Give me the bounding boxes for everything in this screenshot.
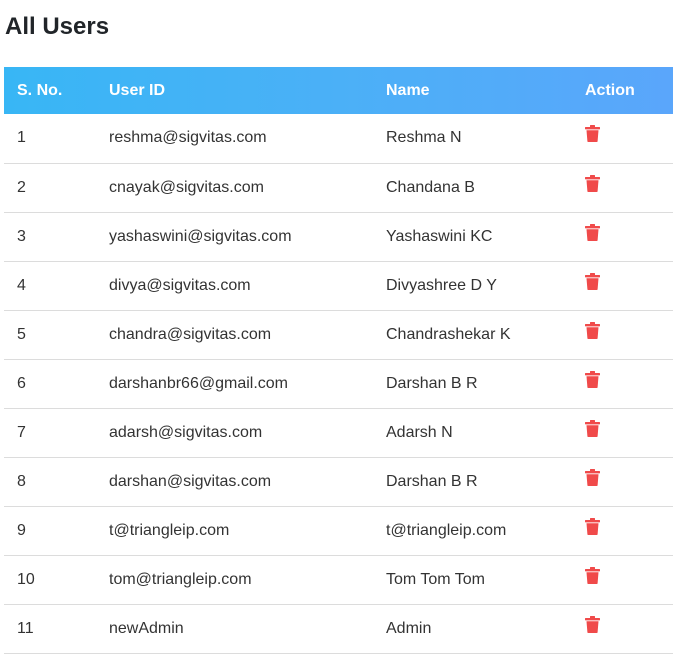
cell-name: Adarsh N <box>386 423 453 441</box>
cell-sno: 5 <box>17 325 26 343</box>
cell-name: t@triangleip.com <box>386 521 507 539</box>
delete-user-button[interactable] <box>585 615 600 633</box>
table-row: 10 tom@triangleip.com Tom Tom Tom <box>4 555 673 604</box>
cell-name: Admin <box>386 619 432 637</box>
trash-icon <box>585 174 600 192</box>
trash-icon <box>585 272 600 290</box>
column-header-user-id: User ID <box>109 81 166 99</box>
cell-user-id: t@triangleip.com <box>109 521 230 539</box>
cell-user-id: divya@sigvitas.com <box>109 276 251 294</box>
trash-icon <box>585 223 600 241</box>
cell-user-id: chandra@sigvitas.com <box>109 325 272 343</box>
trash-icon <box>585 321 600 339</box>
trash-icon <box>585 125 600 143</box>
cell-sno: 10 <box>17 570 35 588</box>
column-header-action: Action <box>585 81 635 99</box>
cell-name: Darshan B R <box>386 472 478 490</box>
cell-action <box>572 114 673 163</box>
column-header-sno: S. No. <box>17 81 63 99</box>
cell-user-id: darshanbr66@gmail.com <box>109 374 288 392</box>
cell-sno: 8 <box>17 472 26 490</box>
cell-user-id: newAdmin <box>109 619 184 637</box>
delete-user-button[interactable] <box>585 419 600 437</box>
trash-icon <box>585 566 600 584</box>
delete-user-button[interactable] <box>585 370 600 388</box>
table-header: S. No. User ID Name Action <box>4 67 673 114</box>
cell-action <box>572 506 673 555</box>
trash-icon <box>585 468 600 486</box>
cell-sno: 6 <box>17 374 26 392</box>
cell-name: Chandrashekar K <box>386 325 511 343</box>
cell-user-id: yashaswini@sigvitas.com <box>109 227 292 245</box>
trash-icon <box>585 615 600 633</box>
trash-icon <box>585 517 600 535</box>
cell-sno: 1 <box>17 129 26 147</box>
cell-name: Reshma N <box>386 129 462 147</box>
delete-user-button[interactable] <box>585 517 600 535</box>
table-row: 8 darshan@sigvitas.com Darshan B R <box>4 457 673 506</box>
header-row: S. No. User ID Name Action <box>4 67 673 114</box>
table-row: 11 newAdmin Admin <box>4 604 673 653</box>
cell-sno: 11 <box>17 619 34 637</box>
table-row: 7 adarsh@sigvitas.com Adarsh N <box>4 408 673 457</box>
cell-name: Darshan B R <box>386 374 478 392</box>
cell-action <box>572 310 673 359</box>
trash-icon <box>585 370 600 388</box>
users-table: S. No. User ID Name Action 1 reshma@sigvi… <box>4 67 673 654</box>
cell-name: Tom Tom Tom <box>386 570 485 588</box>
table-row: 2 cnayak@sigvitas.com Chandana B <box>4 163 673 212</box>
cell-name: Yashaswini KC <box>386 227 493 245</box>
trash-icon <box>585 419 600 437</box>
cell-sno: 7 <box>17 423 26 441</box>
table-row: 1 reshma@sigvitas.com Reshma N <box>4 114 673 163</box>
table-body: 1 reshma@sigvitas.com Reshma N 2 cnayak@sigv… <box>4 114 673 653</box>
table-row: 9 t@triangleip.com t@triangleip.com <box>4 506 673 555</box>
cell-sno: 3 <box>17 227 26 245</box>
cell-sno: 9 <box>17 521 26 539</box>
page-title: All Users <box>5 13 110 40</box>
delete-user-button[interactable] <box>585 174 600 192</box>
delete-user-button[interactable] <box>585 468 600 486</box>
cell-action <box>572 457 673 506</box>
cell-sno: 2 <box>17 178 26 196</box>
cell-user-id: tom@triangleip.com <box>109 570 252 588</box>
cell-user-id: reshma@sigvitas.com <box>109 129 267 147</box>
cell-name: Chandana B <box>386 178 475 196</box>
cell-action <box>572 261 673 310</box>
delete-user-button[interactable] <box>585 125 600 143</box>
cell-action <box>572 604 673 653</box>
table-row: 4 divya@sigvitas.com Divyashree D Y <box>4 261 673 310</box>
delete-user-button[interactable] <box>585 272 600 290</box>
table-row: 6 darshanbr66@gmail.com Darshan B R <box>4 359 673 408</box>
column-header-name: Name <box>386 81 430 99</box>
cell-user-id: cnayak@sigvitas.com <box>109 178 264 196</box>
cell-name: Divyashree D Y <box>386 276 497 294</box>
cell-sno: 4 <box>17 276 26 294</box>
delete-user-button[interactable] <box>585 223 600 241</box>
table-row: 5 chandra@sigvitas.com Chandrashekar K <box>4 310 673 359</box>
cell-user-id: adarsh@sigvitas.com <box>109 423 263 441</box>
table-row: 3 yashaswini@sigvitas.com Yashaswini KC <box>4 212 673 261</box>
cell-action <box>572 359 673 408</box>
delete-user-button[interactable] <box>585 321 600 339</box>
cell-action <box>572 212 673 261</box>
cell-action <box>572 555 673 604</box>
delete-user-button[interactable] <box>585 566 600 584</box>
cell-user-id: darshan@sigvitas.com <box>109 472 272 490</box>
cell-action <box>572 408 673 457</box>
cell-action <box>572 163 673 212</box>
